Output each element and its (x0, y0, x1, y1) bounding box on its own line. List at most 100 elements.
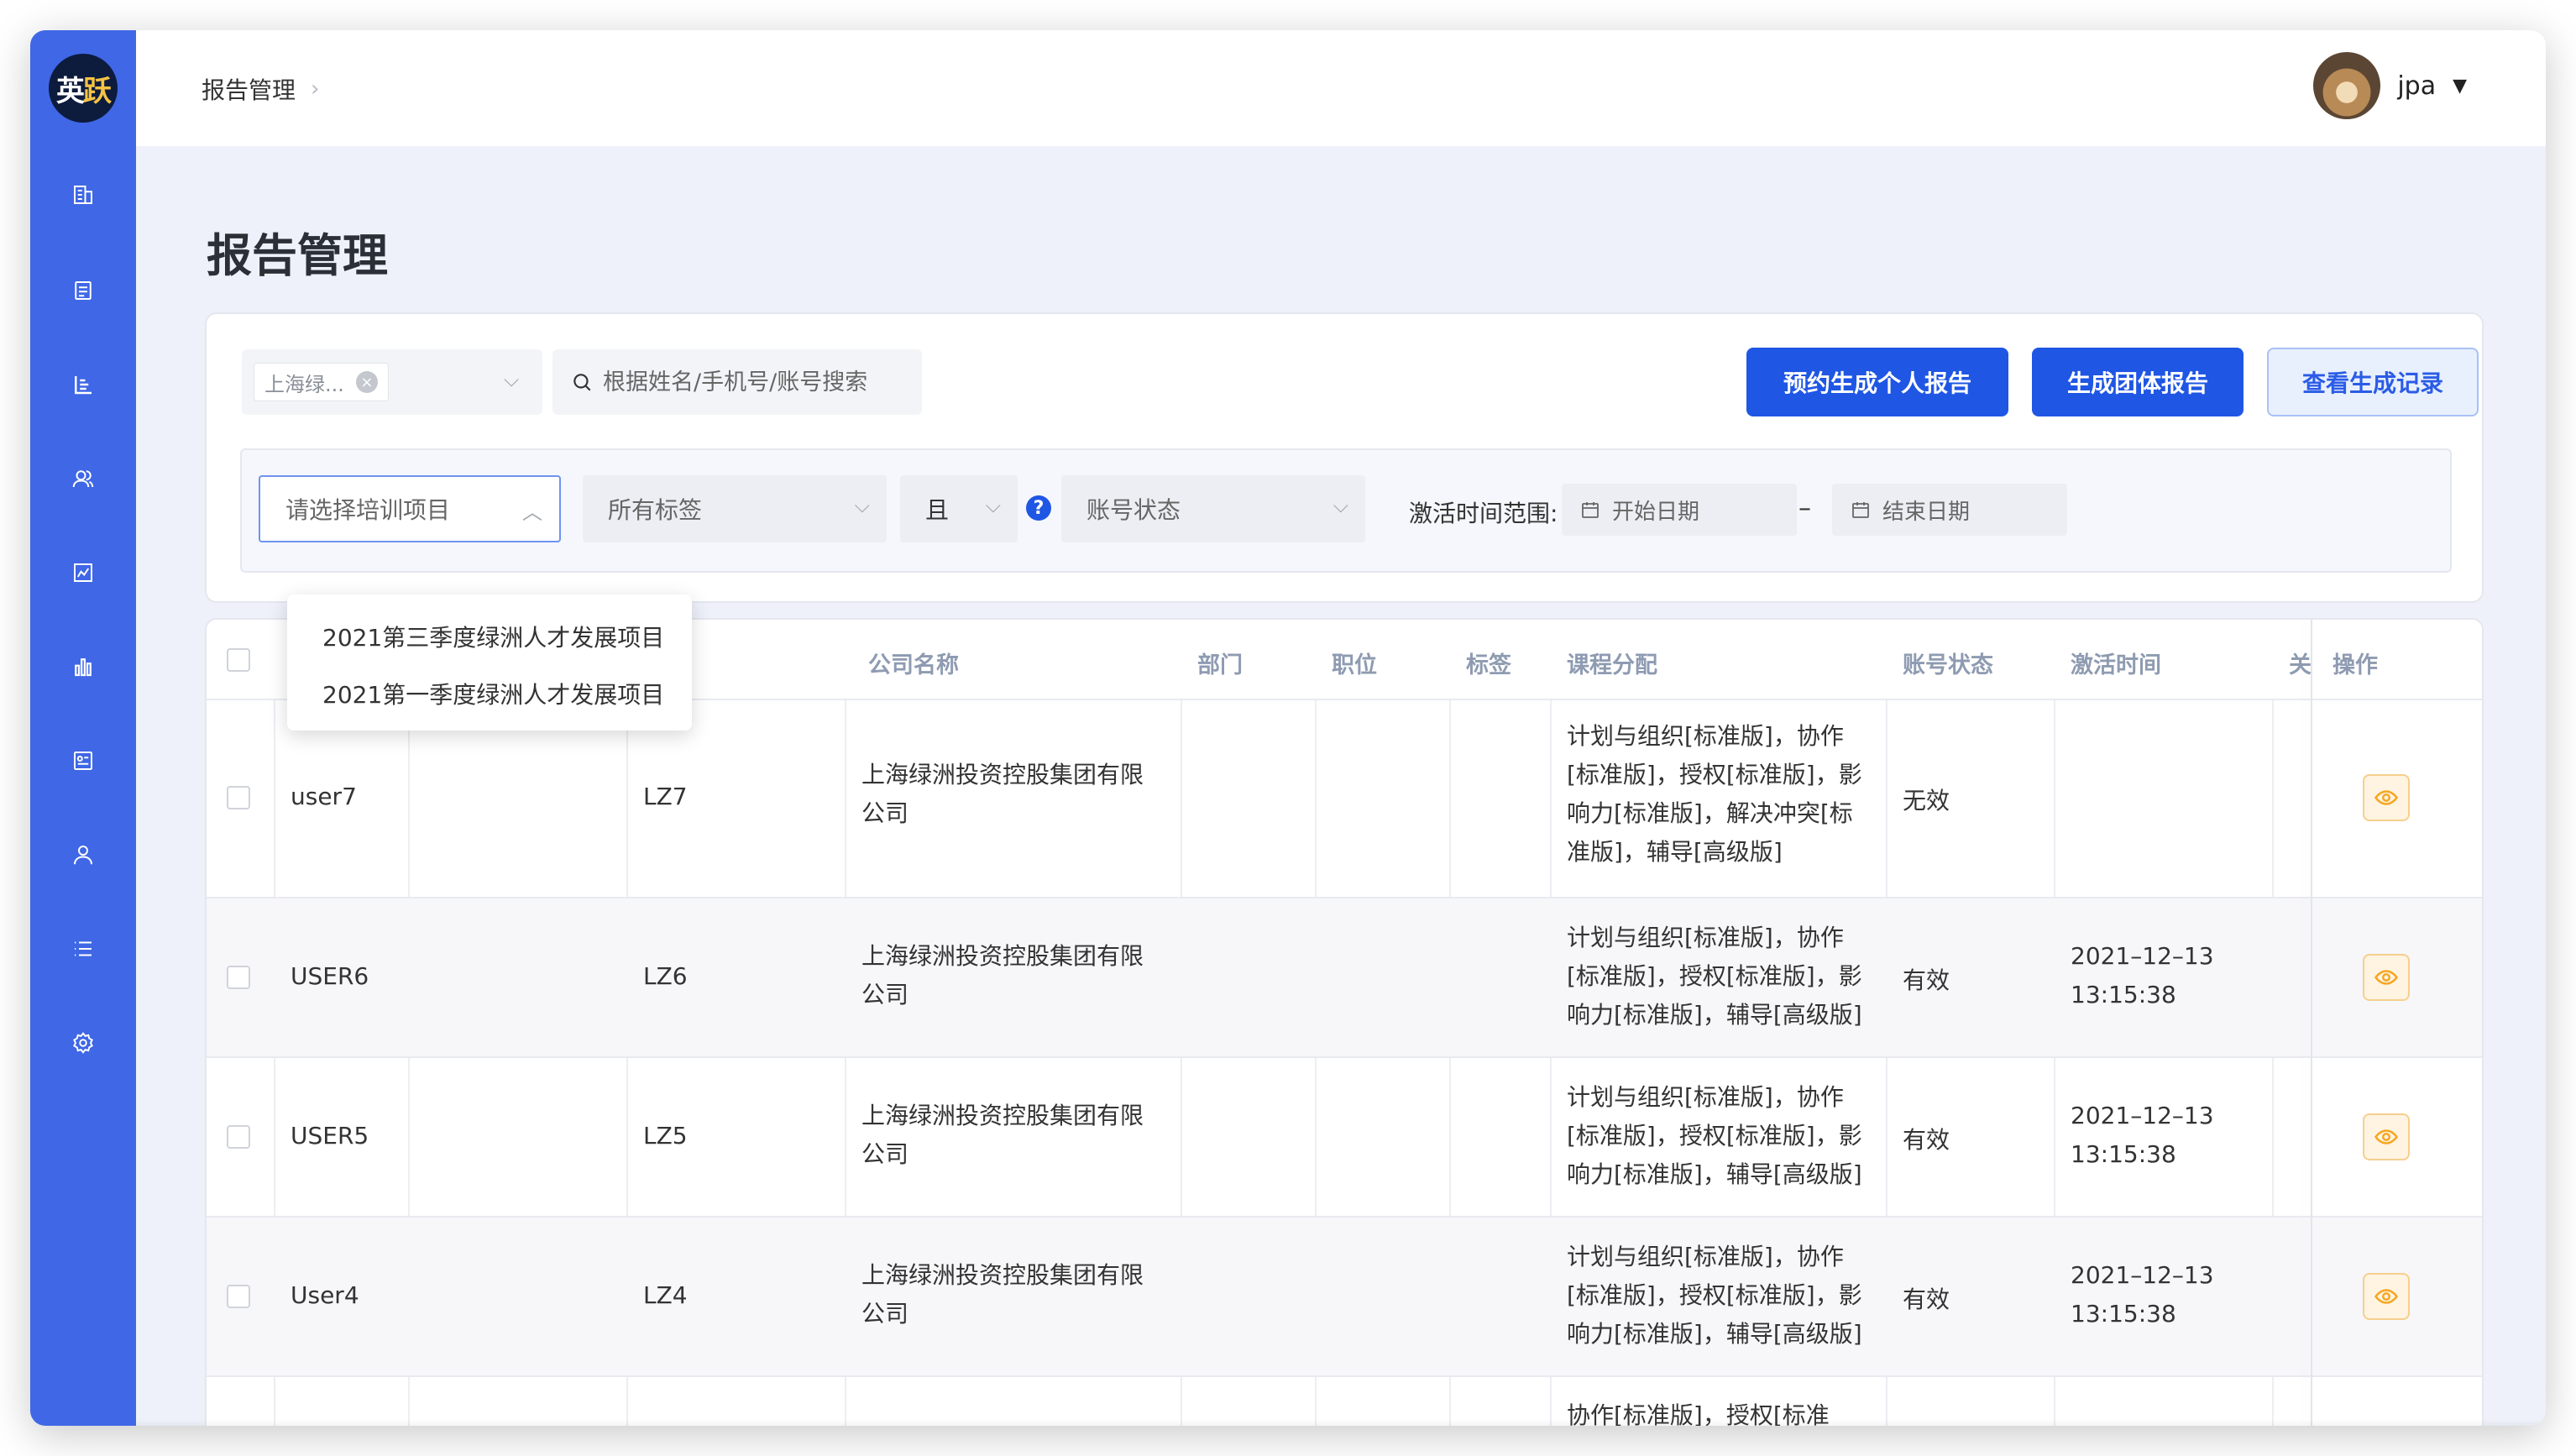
account-status-select[interactable]: 账号状态 ⌵ (1061, 475, 1365, 542)
sidebar-item-cards[interactable] (30, 727, 136, 794)
sidebar-item-reports[interactable] (30, 351, 136, 418)
cell-account: LZ5 (643, 1122, 688, 1150)
view-records-button[interactable]: 查看生成记录 (2267, 348, 2479, 416)
start-date-picker[interactable]: 开始日期 (1562, 484, 1797, 536)
sidebar-item-documents[interactable] (30, 257, 136, 324)
cell-activated: 2021–12–13 13:15:38 (2071, 1256, 2214, 1333)
column-header-partial[interactable]: 关 (2289, 647, 2312, 679)
view-report-button[interactable] (2363, 1273, 2410, 1320)
cell-time: 13:15:38 (2071, 1140, 2176, 1168)
cell-company: 上海绿洲投资控股集团有限 公司 (861, 1097, 1144, 1174)
username: jpa (2397, 71, 2437, 101)
row-checkbox[interactable] (227, 786, 250, 809)
table-row[interactable]: User4 LZ4 上海绿洲投资控股集团有限 公司 计划与组织[标准版]，协作 … (207, 1218, 2482, 1377)
row-checkbox[interactable] (227, 966, 250, 989)
user-menu[interactable]: jpa ▼ (2313, 52, 2467, 119)
eye-icon (2374, 790, 2399, 805)
search-input[interactable] (603, 369, 922, 395)
view-report-button[interactable] (2363, 774, 2410, 821)
report-table: 号 公司名称 部门 职位 标签 课程分配 账号状态 激活时间 关 操作 user… (205, 618, 2484, 1426)
select-all-checkbox[interactable] (227, 648, 250, 672)
cell-courses-line: 计划与组织[标准版]，协作 (1567, 722, 1844, 750)
eye-icon (2374, 1289, 2399, 1304)
cell-company: 上海绿洲投资控股集团有限 公司 (861, 1256, 1144, 1333)
cell-company: 上海绿洲投资控股集团有限 公司 (861, 937, 1144, 1014)
app-logo[interactable]: 英跃 (49, 54, 118, 123)
cell-courses-line: 响力[标准版]，辅导[高级版] (1567, 1320, 1862, 1348)
cell-courses-line: 准版]，辅导[高级版] (1567, 838, 1783, 866)
column-header-tag[interactable]: 标签 (1466, 647, 1511, 679)
book-personal-report-button[interactable]: 预约生成个人报告 (1746, 348, 2008, 416)
view-report-button[interactable] (2363, 1113, 2410, 1160)
bar-chart-icon (75, 658, 92, 677)
sidebar: 英跃 (30, 30, 136, 1426)
cell-account: LZ4 (643, 1281, 688, 1309)
help-icon[interactable]: ? (1026, 495, 1051, 521)
eye-icon (2374, 970, 2399, 985)
bottom-fade (136, 1419, 2546, 1426)
row-checkbox[interactable] (227, 1125, 250, 1149)
cell-name: USER6 (291, 962, 369, 990)
breadcrumb-item[interactable]: 报告管理 (202, 72, 296, 106)
tag-select[interactable]: 所有标签 ⌵ (583, 475, 887, 542)
column-header-dept[interactable]: 部门 (1197, 647, 1243, 679)
breadcrumb: 报告管理 › (202, 72, 319, 106)
end-date-picker[interactable]: 结束日期 (1832, 484, 2067, 536)
cell-courses: 计划与组织[标准版]，协作 [标准版]，授权[标准版]，影 响力[标准版]，解决… (1567, 717, 1862, 872)
sidebar-item-analytics[interactable] (30, 539, 136, 606)
cell-courses-line: 计划与组织[标准版]，协作 (1567, 1243, 1844, 1270)
company-select[interactable]: 上海绿... × ⌵ (242, 349, 542, 415)
view-report-button[interactable] (2363, 954, 2410, 1001)
caret-down-icon: ▼ (2453, 75, 2467, 97)
eye-icon (2374, 1129, 2399, 1144)
sidebar-item-statistics[interactable] (30, 633, 136, 700)
logic-select[interactable]: 且 ⌵ (900, 475, 1018, 542)
cell-company-line: 上海绿洲投资控股集团有限 (861, 942, 1144, 970)
sidebar-item-users[interactable] (30, 445, 136, 512)
avatar[interactable] (2313, 52, 2381, 119)
cell-company-line: 上海绿洲投资控股集团有限 (861, 761, 1144, 788)
id-card-icon (74, 752, 92, 770)
list-icon (75, 941, 92, 956)
advanced-filters: 请选择培训项目 ︿ 所有标签 ⌵ 且 ⌵ ? 账号状态 ⌵ 激活时间范围: 开始… (240, 448, 2452, 573)
calendar-icon (1852, 502, 1869, 518)
column-header-activated[interactable]: 激活时间 (2071, 647, 2161, 679)
cell-time: 13:15:38 (2071, 981, 2176, 1008)
sidebar-item-profile[interactable] (30, 821, 136, 888)
close-icon[interactable]: × (355, 371, 378, 393)
cell-activated: 2021–12–13 13:15:38 (2071, 937, 2214, 1014)
sidebar-item-building[interactable] (30, 161, 136, 228)
table-row[interactable]: USER6 LZ6 上海绿洲投资控股集团有限 公司 计划与组织[标准版]，协作 … (207, 898, 2482, 1058)
project-option[interactable]: 2021第一季度绿洲人才发展项目 (287, 665, 692, 722)
tag-select-value: 所有标签 (608, 496, 703, 524)
project-dropdown: 2021第三季度绿洲人才发展项目 2021第一季度绿洲人才发展项目 (287, 594, 692, 731)
fixed-column-divider (2311, 620, 2312, 1426)
table-row[interactable]: USER5 LZ5 上海绿洲投资控股集团有限 公司 计划与组织[标准版]，协作 … (207, 1058, 2482, 1218)
row-checkbox[interactable] (227, 1285, 250, 1308)
report-icon (75, 376, 92, 395)
cell-company: 上海绿洲投资控股集团有限 公司 (861, 756, 1144, 833)
generate-group-report-button[interactable]: 生成团体报告 (2032, 348, 2244, 416)
column-header-company[interactable]: 公司名称 (868, 647, 959, 679)
column-header-courses[interactable]: 课程分配 (1567, 647, 1657, 679)
cell-account: LZ7 (643, 783, 688, 810)
top-bar: 报告管理 › jpa ▼ (136, 30, 2546, 146)
cell-courses-line: 计划与组织[标准版]，协作 (1567, 924, 1844, 951)
calendar-icon (1582, 502, 1599, 518)
column-header-position[interactable]: 职位 (1332, 647, 1377, 679)
search-icon (573, 374, 591, 391)
cell-company-line: 公司 (861, 1300, 909, 1328)
project-option[interactable]: 2021第三季度绿洲人才发展项目 (287, 608, 692, 665)
chevron-up-icon: ︿ (522, 500, 542, 524)
project-select[interactable]: 请选择培训项目 ︿ (259, 475, 561, 542)
sidebar-item-list[interactable] (30, 915, 136, 982)
cell-courses: 计划与组织[标准版]，协作 [标准版]，授权[标准版]，影 响力[标准版]，辅导… (1567, 1238, 1862, 1354)
date-separator: – (1798, 494, 1811, 523)
chevron-down-icon: ⌵ (854, 494, 870, 517)
sidebar-item-settings[interactable] (30, 1009, 136, 1076)
cell-company-line: 上海绿洲投资控股集团有限 (861, 1261, 1144, 1289)
column-header-status[interactable]: 账号状态 (1903, 647, 1993, 679)
page-title: 报告管理 (207, 229, 388, 282)
account-status-value: 账号状态 (1086, 496, 1181, 524)
cell-status: 有效 (1903, 966, 1950, 994)
